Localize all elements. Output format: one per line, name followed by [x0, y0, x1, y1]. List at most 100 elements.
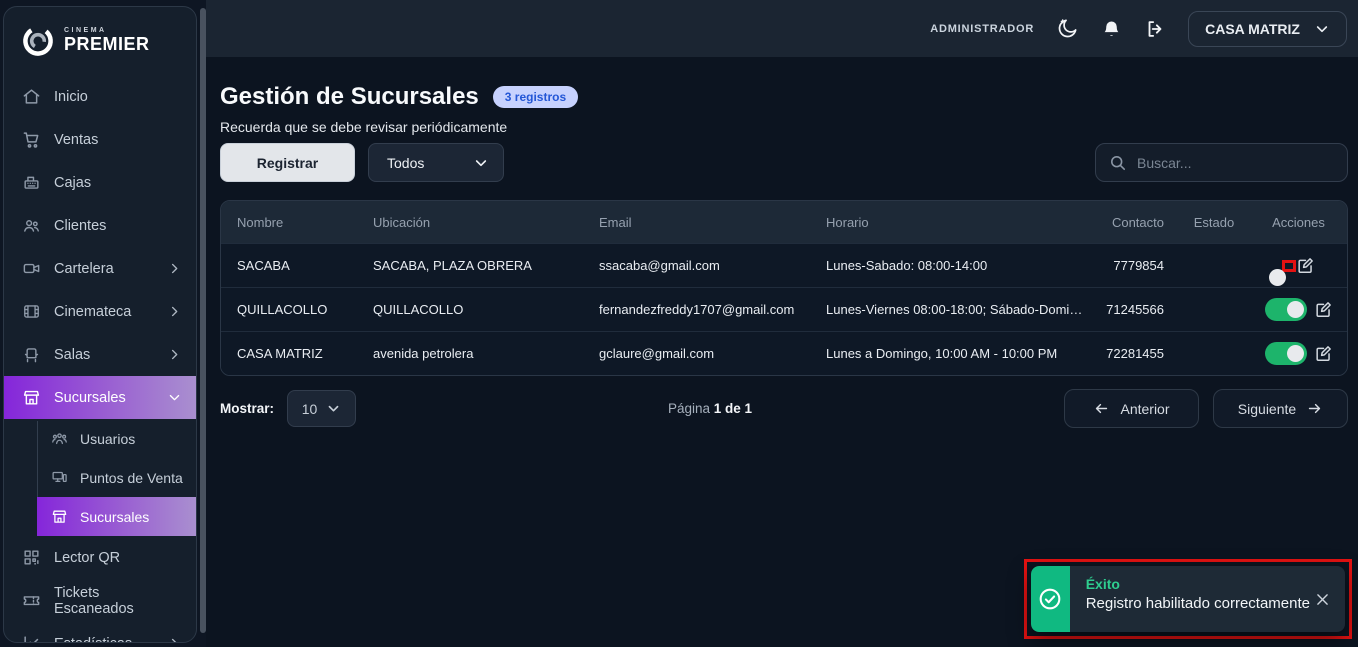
search-box [1095, 143, 1348, 182]
check-circle-icon [1037, 586, 1063, 612]
sidebar-item-label: Lector QR [54, 550, 120, 566]
chevron-right-icon [167, 347, 182, 362]
sidebar-item-label: Inicio [54, 89, 88, 105]
home-icon [22, 87, 41, 106]
toast-title: Éxito [1086, 576, 1310, 592]
sidebar-item-lector-qr[interactable]: Lector QR [4, 536, 196, 579]
user-role-label: ADMINISTRADOR [930, 23, 1034, 35]
sidebar-item-cajas[interactable]: Cajas [4, 161, 196, 204]
top-header-bar: ADMINISTRADOR CASA MATRIZ [206, 0, 1358, 57]
table-row: QUILLACOLLO QUILLACOLLO fernandezfreddy1… [221, 287, 1347, 331]
sidebar: CINEMA PREMIER Inicio Ventas [0, 0, 206, 647]
sidebar-subitem-label: Puntos de Venta [80, 470, 183, 486]
branch-selector-button[interactable]: CASA MATRIZ [1188, 11, 1347, 47]
sidebar-item-label: Cajas [54, 175, 91, 191]
cell-email: ssacaba@gmail.com [599, 258, 826, 273]
search-input[interactable] [1137, 155, 1335, 171]
table-row: SACABA SACABA, PLAZA OBRERA ssacaba@gmai… [221, 243, 1347, 287]
cell-horario: Lunes-Viernes 08:00-18:00; Sábado-Doming… [826, 302, 1094, 317]
cell-email: gclaure@gmail.com [599, 346, 826, 361]
notifications-bell-icon[interactable] [1101, 18, 1122, 39]
previous-page-button[interactable]: Anterior [1064, 389, 1199, 428]
sidebar-item-label: Salas [54, 347, 90, 363]
chevron-down-icon [1314, 21, 1330, 37]
sucursales-submenu: Usuarios Puntos de Venta Sucursales [4, 419, 196, 536]
users-group-icon [51, 430, 68, 447]
seat-icon [22, 345, 41, 364]
sidebar-item-cinemateca[interactable]: Cinemateca [4, 290, 196, 333]
sidebar-item-clientes[interactable]: Clientes [4, 204, 196, 247]
search-icon [1108, 153, 1127, 172]
toolbar: Registrar Todos [220, 143, 1348, 182]
sidebar-item-label: Tickets Escaneados [54, 585, 182, 617]
column-header-horario: Horario [826, 215, 1094, 230]
sidebar-item-label: Estadísticas [54, 636, 132, 644]
column-header-acciones: Acciones [1264, 215, 1333, 230]
toast-message: Registro habilitado correctamente [1086, 595, 1310, 612]
next-page-label: Siguiente [1238, 401, 1296, 417]
chevron-down-icon [326, 401, 341, 416]
cell-horario: Lunes a Domingo, 10:00 AM - 10:00 PM [826, 346, 1094, 361]
sidebar-item-cartelera[interactable]: Cartelera [4, 247, 196, 290]
cell-email: fernandezfreddy1707@gmail.com [599, 302, 826, 317]
sidebar-card: CINEMA PREMIER Inicio Ventas [3, 6, 197, 643]
previous-page-label: Anterior [1120, 401, 1169, 417]
edit-icon[interactable] [1296, 256, 1315, 275]
dark-mode-moon-icon[interactable] [1056, 17, 1079, 40]
logout-icon[interactable] [1144, 18, 1166, 40]
cell-ubicacion: avenida petrolera [373, 346, 599, 361]
sidebar-subitem-label: Usuarios [80, 431, 135, 447]
chevron-right-icon [167, 304, 182, 319]
filter-selected-value: Todos [387, 155, 424, 171]
register-button[interactable]: Registrar [220, 143, 355, 182]
sidebar-item-inicio[interactable]: Inicio [4, 75, 196, 118]
page-size-value: 10 [302, 401, 318, 417]
arrow-right-icon [1306, 400, 1323, 417]
enable-toggle[interactable] [1265, 298, 1307, 321]
red-annotation-box: Éxito Registro habilitado correctamente [1024, 559, 1352, 639]
sidebar-item-label: Cinemateca [54, 304, 131, 320]
page-size-select[interactable]: 10 [287, 390, 356, 427]
sidebar-nav: Inicio Ventas Cajas Clientes [4, 75, 196, 643]
film-icon [22, 302, 41, 321]
brand-logo-icon [20, 23, 56, 59]
cash-register-icon [22, 173, 41, 192]
close-icon[interactable] [1314, 591, 1331, 608]
video-camera-icon [22, 259, 41, 278]
column-header-email: Email [599, 215, 826, 230]
sidebar-item-tickets-escaneados[interactable]: Tickets Escaneados [4, 579, 196, 622]
pagination-bar: Mostrar: 10 Página 1 de 1 Anterior Sigui… [220, 389, 1348, 428]
branch-selector-label: CASA MATRIZ [1205, 21, 1300, 37]
records-count-badge: 3 registros [493, 86, 578, 108]
arrow-left-icon [1093, 400, 1110, 417]
sidebar-item-sucursales[interactable]: Sucursales [4, 376, 196, 419]
page-subtitle: Recuerda que se debe revisar periódicame… [220, 119, 1358, 135]
success-toast: Éxito Registro habilitado correctamente [1031, 566, 1345, 632]
filter-select[interactable]: Todos [368, 143, 504, 182]
table-row: CASA MATRIZ avenida petrolera gclaure@gm… [221, 331, 1347, 375]
page-info-value: 1 de 1 [714, 401, 752, 416]
sidebar-subitem-label: Sucursales [80, 509, 149, 525]
edit-icon[interactable] [1314, 300, 1333, 319]
sidebar-item-label: Cartelera [54, 261, 114, 277]
sidebar-item-estadisticas[interactable]: Estadísticas [4, 622, 196, 643]
sidebar-item-label: Sucursales [54, 390, 126, 406]
next-page-button[interactable]: Siguiente [1213, 389, 1348, 428]
column-header-estado: Estado [1164, 215, 1264, 230]
sidebar-subitem-puntos-de-venta[interactable]: Puntos de Venta [4, 458, 196, 497]
column-header-contacto: Contacto [1094, 215, 1164, 230]
qr-code-icon [22, 548, 41, 567]
enable-toggle[interactable] [1265, 342, 1307, 365]
edit-icon[interactable] [1314, 344, 1333, 363]
store-icon [22, 388, 41, 407]
cell-horario: Lunes-Sabado: 08:00-14:00 [826, 258, 1094, 273]
column-header-ubicacion: Ubicación [373, 215, 599, 230]
page-size-label: Mostrar: [220, 401, 274, 416]
toast-accent-panel [1031, 566, 1070, 632]
sidebar-subitem-usuarios[interactable]: Usuarios [4, 419, 196, 458]
sidebar-item-label: Clientes [54, 218, 106, 234]
sidebar-item-salas[interactable]: Salas [4, 333, 196, 376]
sidebar-subitem-sucursales[interactable]: Sucursales [37, 497, 196, 536]
chevron-down-icon [473, 155, 489, 171]
sidebar-item-ventas[interactable]: Ventas [4, 118, 196, 161]
